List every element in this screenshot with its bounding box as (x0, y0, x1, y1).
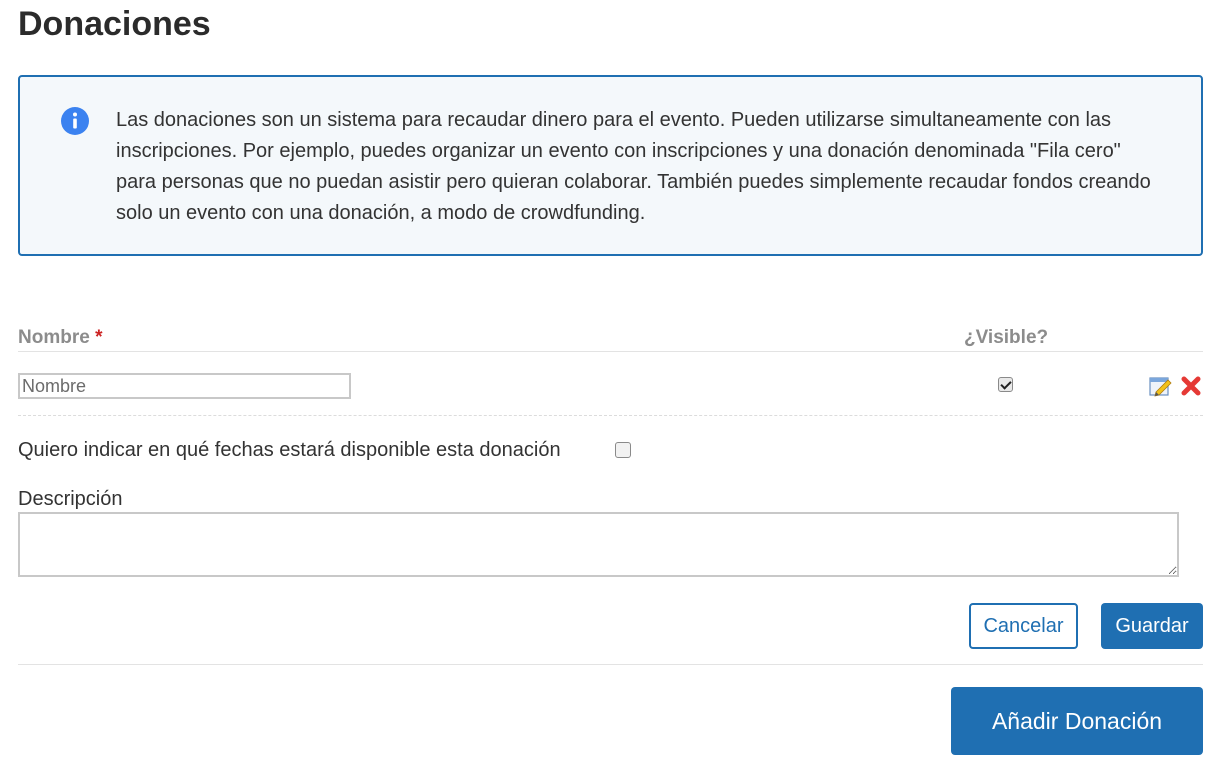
dates-label: Quiero indicar en qué fechas estará disp… (18, 439, 561, 461)
required-marker: * (95, 327, 103, 348)
cancel-button[interactable]: Cancelar (969, 603, 1078, 649)
description-label: Descripción (18, 488, 123, 510)
column-header-visible: ¿Visible? (964, 327, 1049, 348)
column-header-name: Nombre * (18, 327, 102, 349)
page-title: Donaciones (18, 5, 211, 43)
column-header-name-label: Nombre (18, 327, 90, 348)
edit-icon[interactable] (1149, 375, 1173, 397)
visible-checkbox[interactable] (998, 377, 1013, 392)
table-row (18, 351, 1203, 416)
add-donation-button[interactable]: Añadir Donación (951, 687, 1203, 755)
description-textarea[interactable] (18, 512, 1179, 577)
info-icon (61, 107, 89, 135)
info-text: Las donaciones son un sistema para recau… (116, 109, 1151, 224)
info-box: Las donaciones son un sistema para recau… (18, 75, 1203, 256)
name-input[interactable] (18, 373, 351, 399)
delete-icon[interactable] (1180, 375, 1202, 397)
divider (18, 664, 1203, 665)
save-button[interactable]: Guardar (1101, 603, 1203, 649)
table-header: Nombre * ¿Visible? (18, 325, 1203, 352)
dates-checkbox[interactable] (615, 442, 631, 458)
